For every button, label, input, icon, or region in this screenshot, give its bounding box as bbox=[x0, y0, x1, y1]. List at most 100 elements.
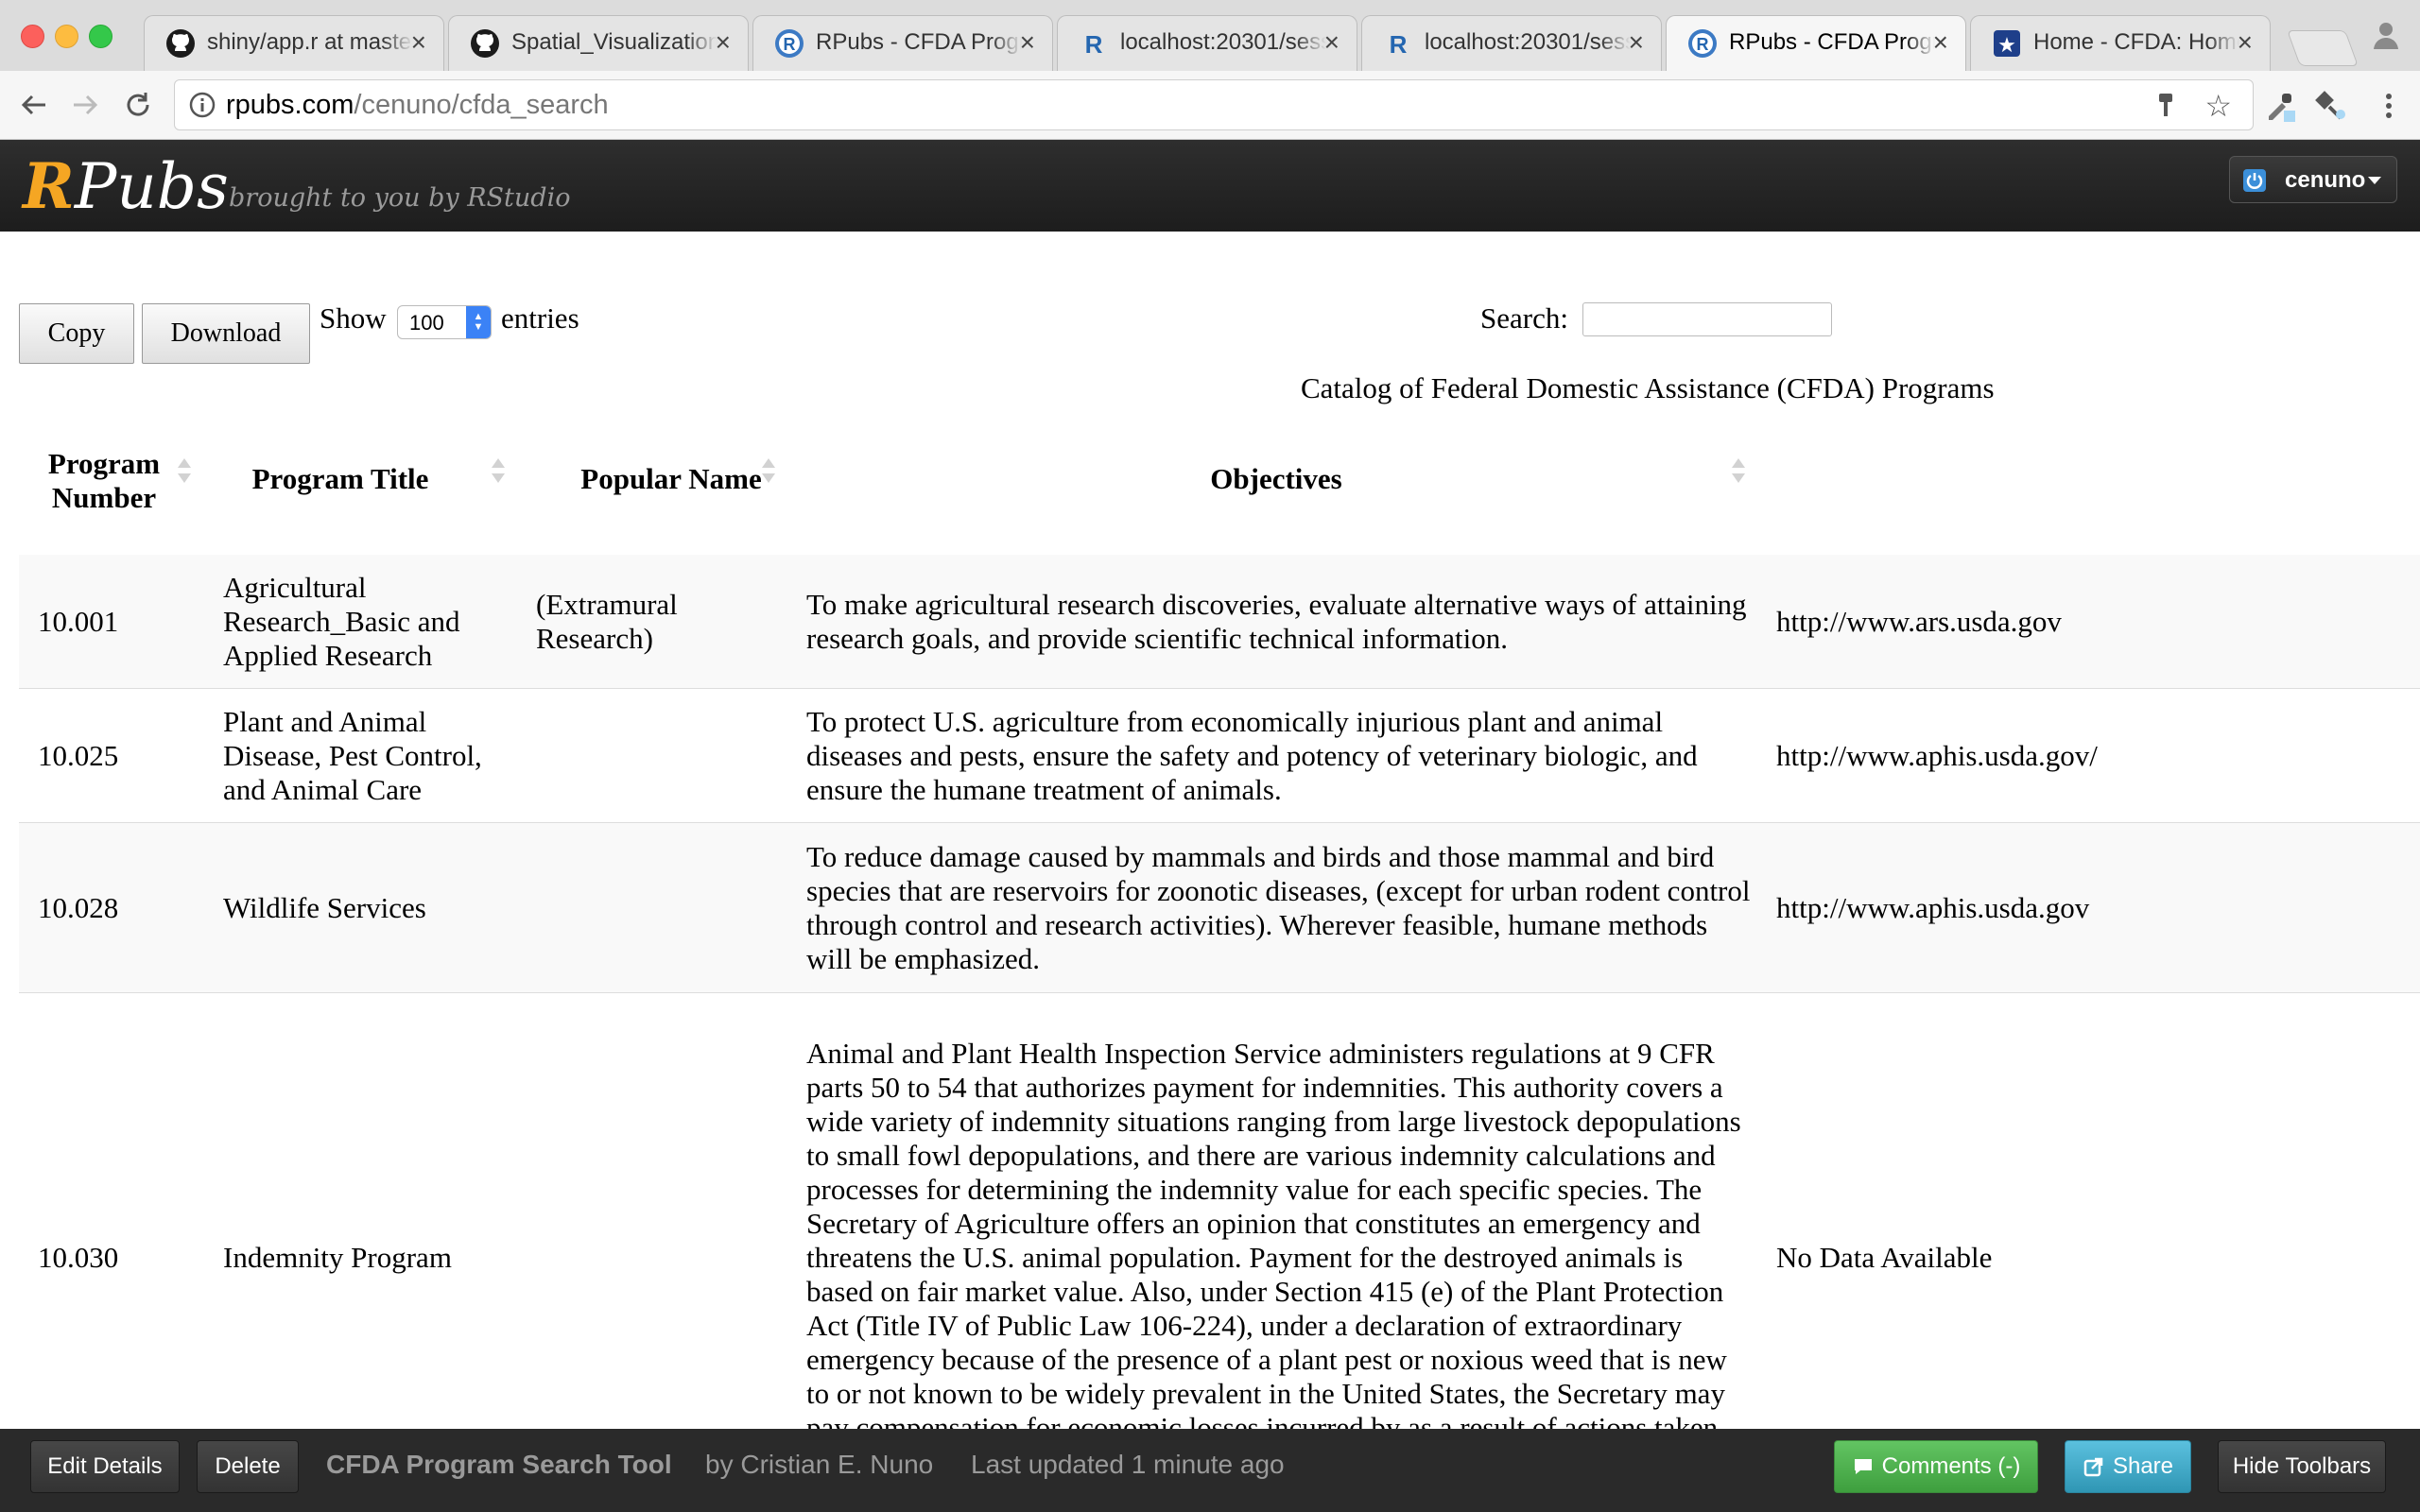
svg-text:★: ★ bbox=[1997, 34, 2016, 58]
back-button[interactable] bbox=[13, 84, 55, 126]
tab-close-icon[interactable]: × bbox=[1933, 27, 1948, 58]
eyedropper-extension-icon[interactable] bbox=[2261, 88, 2297, 124]
tab-title: Spatial_Visualization bbox=[511, 29, 717, 55]
new-tab-button[interactable] bbox=[2287, 30, 2359, 66]
cell-website: http://www.aphis.usda.gov bbox=[1776, 891, 2090, 924]
comments-button[interactable]: Comments (-) bbox=[1834, 1440, 2038, 1493]
tab-title: RPubs - CFDA Program bbox=[816, 29, 1022, 55]
entries-select[interactable]: 100 ▲ ▼ bbox=[397, 305, 492, 339]
rpubs-header: RPubs brought to you by RStudio cenuno bbox=[0, 140, 2420, 232]
profile-icon[interactable] bbox=[2369, 17, 2403, 51]
svg-text:R: R bbox=[784, 35, 796, 54]
minimize-window-button[interactable] bbox=[55, 25, 78, 48]
url-path: /cenuno/cfda_search bbox=[354, 90, 609, 120]
column-header-program-title[interactable]: Program Title bbox=[199, 462, 482, 496]
star-icon: ★ bbox=[1992, 28, 2022, 59]
share-button[interactable]: Share bbox=[2065, 1440, 2191, 1493]
sort-icon[interactable] bbox=[1732, 458, 1745, 485]
delete-button[interactable]: Delete bbox=[197, 1440, 299, 1493]
download-button[interactable]: Download bbox=[142, 303, 310, 364]
last-updated-text: Last updated 1 minute ago bbox=[971, 1450, 1285, 1479]
share-icon bbox=[2083, 1457, 2103, 1477]
edit-details-button[interactable]: Edit Details bbox=[30, 1440, 180, 1493]
close-window-button[interactable] bbox=[21, 25, 44, 48]
tab-title: localhost:20301/session bbox=[1120, 29, 1326, 55]
reload-icon bbox=[127, 93, 149, 116]
svg-text:R: R bbox=[1085, 30, 1103, 59]
show-label: Show bbox=[320, 301, 387, 335]
github-icon bbox=[470, 28, 500, 59]
username: cenuno bbox=[2285, 167, 2366, 193]
satellite-extension-icon[interactable] bbox=[2312, 88, 2348, 124]
document-title: CFDA Program Search Tool bbox=[326, 1450, 672, 1479]
bookmark-star-icon[interactable]: ☆ bbox=[2204, 88, 2232, 124]
tab-close-icon[interactable]: × bbox=[411, 27, 426, 58]
tab-close-icon[interactable]: × bbox=[1324, 27, 1340, 58]
user-menu-button[interactable]: cenuno bbox=[2229, 156, 2397, 203]
cell-program-title: Agricultural Research_Basic and Applied … bbox=[223, 571, 460, 672]
table-row: 10.025 Plant and Animal Disease, Pest Co… bbox=[19, 689, 2420, 823]
reload-button[interactable] bbox=[117, 84, 159, 126]
tab-title: shiny/app.r at master bbox=[207, 29, 413, 55]
sort-icon[interactable] bbox=[762, 458, 775, 485]
cell-objectives: To protect U.S. agriculture from economi… bbox=[806, 705, 1698, 806]
r-icon: R bbox=[774, 28, 804, 59]
search-input[interactable] bbox=[1582, 302, 1832, 336]
address-toolbar: rpubs.com/cenuno/cfda_search ☆ bbox=[0, 71, 2420, 140]
logo-r: R bbox=[23, 149, 75, 223]
entries-select-value: 100 bbox=[409, 311, 444, 335]
cell-website: No Data Available bbox=[1776, 1241, 1993, 1274]
cell-objectives: To make agricultural research discoverie… bbox=[806, 588, 1747, 655]
browser-tab-active[interactable]: R RPubs - CFDA Program × bbox=[1666, 15, 1966, 71]
cell-popular-name bbox=[536, 689, 772, 823]
hide-toolbars-button[interactable]: Hide Toolbars bbox=[2218, 1440, 2386, 1493]
comment-icon bbox=[1854, 1459, 1872, 1474]
column-header-objectives[interactable]: Objectives bbox=[804, 462, 1749, 496]
browser-tab[interactable]: R localhost:20301/session × bbox=[1361, 15, 1662, 71]
copy-button[interactable]: Copy bbox=[19, 303, 134, 364]
search-label: Search: bbox=[1480, 301, 1568, 335]
select-spinner-icon: ▲ ▼ bbox=[466, 306, 491, 338]
cell-program-title: Wildlife Services bbox=[223, 891, 426, 924]
cell-popular-name: (Extramural Research) bbox=[536, 588, 678, 655]
browser-tab[interactable]: R RPubs - CFDA Program × bbox=[752, 15, 1053, 71]
forward-button[interactable] bbox=[64, 84, 106, 126]
cell-program-title: Plant and Animal Disease, Pest Control, … bbox=[223, 705, 482, 806]
rpubs-logo[interactable]: RPubs bbox=[23, 149, 229, 223]
tagline: brought to you by RStudio bbox=[229, 183, 571, 213]
share-label: Share bbox=[2112, 1453, 2174, 1479]
sort-icon[interactable] bbox=[492, 458, 505, 485]
browser-tab[interactable]: shiny/app.r at master × bbox=[144, 15, 444, 71]
table-header: Program Number Program Title Popular Nam… bbox=[19, 405, 2420, 557]
r-icon: R bbox=[1079, 28, 1109, 59]
maximize-window-button[interactable] bbox=[89, 25, 112, 48]
info-icon[interactable] bbox=[188, 91, 216, 127]
tab-close-icon[interactable]: × bbox=[2238, 27, 2253, 58]
r-icon: R bbox=[1687, 28, 1718, 59]
key-icon[interactable] bbox=[2154, 90, 2177, 128]
arrow-left-icon bbox=[21, 94, 45, 115]
url-bar[interactable]: rpubs.com/cenuno/cfda_search ☆ bbox=[174, 79, 2254, 130]
caret-down-icon bbox=[2368, 177, 2381, 184]
cell-website: http://www.ars.usda.gov bbox=[1776, 605, 2062, 638]
tab-title: localhost:20301/session bbox=[1425, 29, 1631, 55]
sort-icon[interactable] bbox=[178, 458, 191, 485]
url-host: rpubs.com bbox=[226, 90, 354, 120]
cell-objectives: Animal and Plant Health Inspection Servi… bbox=[806, 1037, 1741, 1429]
browser-tab[interactable]: R localhost:20301/session × bbox=[1057, 15, 1357, 71]
menu-kebab-icon[interactable] bbox=[2371, 88, 2407, 124]
comments-label: Comments (-) bbox=[1881, 1453, 2021, 1479]
tab-close-icon[interactable]: × bbox=[1629, 27, 1644, 58]
cell-program-number: 10.025 bbox=[38, 739, 119, 772]
column-header-program-number[interactable]: Program Number bbox=[28, 447, 180, 515]
browser-tab-bar: shiny/app.r at master × Spatial_Visualiz… bbox=[0, 0, 2420, 71]
url-text: rpubs.com/cenuno/cfda_search bbox=[226, 90, 609, 121]
tab-close-icon[interactable]: × bbox=[1020, 27, 1035, 58]
browser-tab[interactable]: Spatial_Visualization × bbox=[448, 15, 749, 71]
svg-text:R: R bbox=[1390, 30, 1408, 59]
table-row: 10.001 Agricultural Research_Basic and A… bbox=[19, 555, 2420, 689]
tab-close-icon[interactable]: × bbox=[716, 27, 731, 58]
power-icon bbox=[2243, 169, 2266, 192]
cell-program-number: 10.028 bbox=[38, 891, 119, 924]
browser-tab[interactable]: ★ Home - CFDA: Home × bbox=[1970, 15, 2271, 71]
